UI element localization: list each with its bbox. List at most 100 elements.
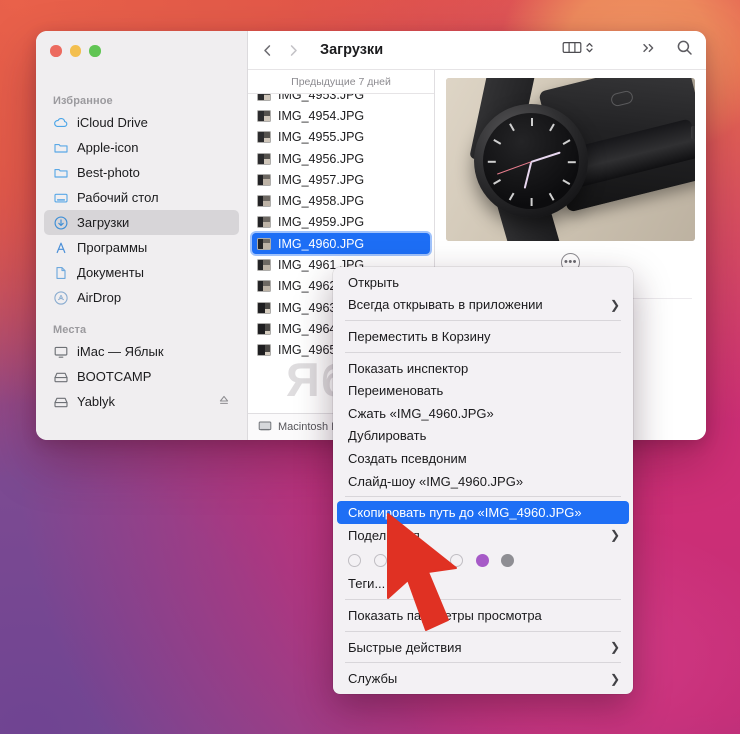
- minimize-button[interactable]: [69, 45, 81, 57]
- up-down-chevron-icon[interactable]: [585, 40, 594, 60]
- desktop-folder-icon: [53, 190, 69, 206]
- table-row[interactable]: IMG_4954.JPG: [248, 105, 434, 126]
- tag-color-gray[interactable]: [501, 553, 514, 567]
- menu-item-show-inspector[interactable]: Показать инспектор: [333, 357, 633, 380]
- file-name: IMG_4957.JPG: [278, 172, 365, 187]
- sidebar-item-yablyk[interactable]: Yablyk: [44, 389, 239, 414]
- disk-icon: [53, 369, 69, 385]
- file-thumbnail-icon: [257, 216, 271, 229]
- file-thumbnail-icon: [257, 322, 271, 335]
- file-name: IMG_4954.JPG: [278, 108, 365, 123]
- sidebar-item-best-photo[interactable]: Best-photo: [44, 160, 239, 185]
- table-row-selected[interactable]: IMG_4960.JPG: [252, 233, 430, 255]
- file-thumbnail-icon: [257, 94, 271, 101]
- toolbar-right-group[interactable]: [641, 39, 693, 61]
- sidebar-item-label: Программы: [77, 240, 148, 255]
- navigation-buttons[interactable]: [261, 43, 300, 58]
- menu-item-label: Дублировать: [348, 428, 427, 444]
- menu-item-duplicate[interactable]: Дублировать: [333, 425, 633, 448]
- table-row[interactable]: IMG_4956.JPG: [248, 148, 434, 169]
- menu-item-make-alias[interactable]: Создать псевдоним: [333, 447, 633, 470]
- file-name: IMG_4958.JPG: [278, 194, 365, 209]
- file-name: IMG_4960.JPG: [278, 236, 365, 251]
- close-button[interactable]: [50, 45, 62, 57]
- sidebar-item-imac[interactable]: iMac — Яблык: [44, 339, 239, 364]
- sidebar-item-label: BOOTCAMP: [77, 369, 152, 384]
- table-row[interactable]: IMG_4955.JPG: [248, 127, 434, 148]
- sidebar-item-downloads[interactable]: Загрузки: [44, 210, 239, 235]
- file-thumbnail-icon: [257, 195, 271, 208]
- file-name: IMG_4953.JPG: [278, 94, 365, 102]
- folder-icon: [53, 165, 69, 181]
- document-icon: [53, 265, 69, 281]
- sidebar-item-airdrop[interactable]: AirDrop: [44, 285, 239, 310]
- folder-icon: [53, 140, 69, 156]
- sidebar-group-favorites-title: Избранное: [53, 95, 113, 107]
- menu-item-always-open-with[interactable]: Всегда открывать в приложении ❯: [333, 294, 633, 317]
- tag-color-red[interactable]: [348, 553, 361, 567]
- view-options-group[interactable]: [562, 40, 594, 60]
- sidebar-item-apple-icon[interactable]: Apple-icon: [44, 135, 239, 160]
- file-thumbnail-icon: [257, 109, 271, 122]
- chevron-left-icon[interactable]: [261, 43, 274, 58]
- finder-toolbar: Загрузки: [248, 31, 706, 70]
- eject-icon[interactable]: [218, 394, 230, 409]
- preview-image: [446, 78, 695, 241]
- downloads-icon: [53, 215, 69, 231]
- cloud-icon: [53, 115, 69, 131]
- chevron-right-icon: ❯: [609, 528, 620, 543]
- sidebar-item-label: Yablyk: [77, 394, 116, 409]
- airdrop-icon: [53, 290, 69, 306]
- menu-item-slideshow[interactable]: Слайд-шоу «IMG_4960.JPG»: [333, 470, 633, 493]
- table-row[interactable]: IMG_4957.JPG: [248, 169, 434, 190]
- file-thumbnail-icon: [257, 237, 271, 250]
- menu-item-rename[interactable]: Переименовать: [333, 379, 633, 402]
- menu-item-label: Открыть: [348, 274, 400, 290]
- menu-item-label: Службы: [348, 671, 398, 687]
- chevron-right-icon: ❯: [609, 671, 620, 686]
- file-thumbnail-icon: [257, 344, 271, 357]
- menu-item-compress[interactable]: Сжать «IMG_4960.JPG»: [333, 402, 633, 425]
- arrow-cursor: [378, 512, 470, 644]
- sidebar-item-label: AirDrop: [77, 290, 122, 305]
- menu-separator: [345, 320, 621, 322]
- chevron-right-icon[interactable]: [287, 43, 300, 58]
- table-row[interactable]: IMG_4959.JPG: [248, 212, 434, 233]
- search-icon[interactable]: [676, 39, 693, 61]
- file-thumbnail-icon: [257, 152, 271, 165]
- menu-separator: [345, 662, 621, 664]
- file-thumbnail-icon: [257, 301, 271, 314]
- table-row[interactable]: IMG_4953.JPG: [248, 94, 434, 105]
- zoom-button[interactable]: [89, 45, 101, 57]
- traffic-light-buttons[interactable]: [50, 45, 101, 57]
- tag-color-purple[interactable]: [475, 553, 489, 567]
- double-chevron-right-icon[interactable]: [641, 41, 657, 60]
- menu-item-label: Показать инспектор: [348, 360, 469, 376]
- file-name: IMG_4955.JPG: [278, 130, 365, 145]
- sidebar-item-desktop[interactable]: Рабочий стол: [44, 185, 239, 210]
- sidebar-item-bootcamp[interactable]: BOOTCAMP: [44, 364, 239, 389]
- disk-icon: [53, 394, 69, 410]
- imac-icon: [53, 344, 69, 360]
- sidebar-item-documents[interactable]: Документы: [44, 260, 239, 285]
- menu-item-services[interactable]: Службы ❯: [333, 667, 633, 690]
- menu-item-label: Сжать «IMG_4960.JPG»: [348, 405, 494, 421]
- menu-item-label: Слайд-шоу «IMG_4960.JPG»: [348, 473, 524, 489]
- sidebar-item-icloud-drive[interactable]: iCloud Drive: [44, 110, 239, 135]
- sidebar-item-label: Best-photo: [77, 165, 140, 180]
- window-title: Загрузки: [320, 42, 384, 58]
- chevron-right-icon: ❯: [609, 297, 620, 312]
- sidebar-item-label: iCloud Drive: [77, 115, 148, 130]
- sidebar-item-applications[interactable]: Программы: [44, 235, 239, 260]
- menu-item-label: Переместить в Корзину: [348, 328, 491, 344]
- chevron-right-icon: ❯: [609, 640, 620, 655]
- menu-item-label: Создать псевдоним: [348, 450, 467, 466]
- menu-item-move-to-trash[interactable]: Переместить в Корзину: [333, 325, 633, 348]
- menu-item-open[interactable]: Открыть: [333, 271, 633, 294]
- table-row[interactable]: IMG_4958.JPG: [248, 190, 434, 211]
- file-name: IMG_4956.JPG: [278, 151, 365, 166]
- sidebar: Избранное iCloud Drive Apple-icon Best-p…: [36, 31, 248, 440]
- sidebar-group-locations-title: Места: [53, 324, 87, 336]
- hard-disk-icon: [258, 420, 272, 435]
- column-view-icon[interactable]: [562, 40, 582, 60]
